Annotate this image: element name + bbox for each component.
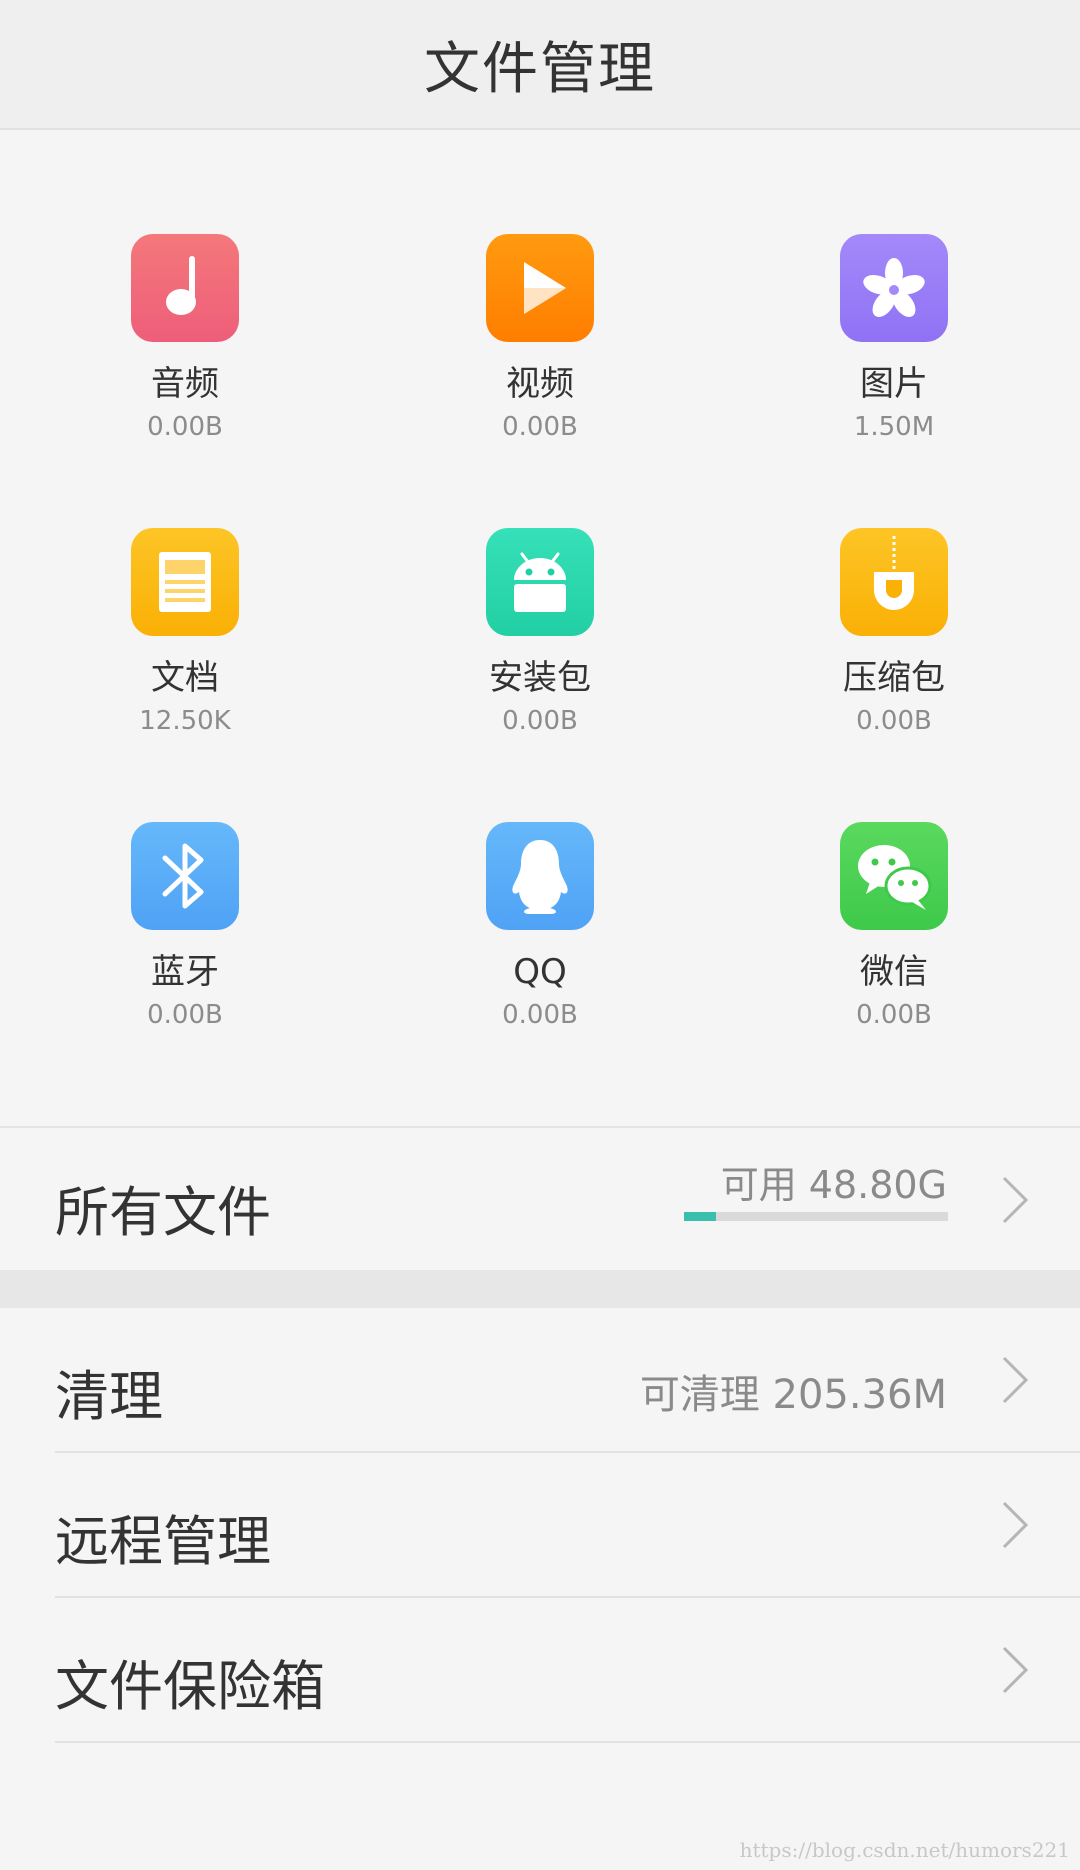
storage-progress-fill: [684, 1212, 716, 1221]
category-size: 0.00B: [147, 1000, 223, 1030]
header-bar: 文件管理: [0, 0, 1080, 130]
clean-title: 清理: [55, 1365, 163, 1428]
chevron-right-icon: [996, 1495, 1036, 1555]
section-divider: [0, 1270, 1080, 1308]
category-label: 音频: [151, 364, 219, 404]
category-size: 0.00B: [147, 412, 223, 442]
clean-row[interactable]: 清理 可清理 205.36M: [0, 1308, 1080, 1453]
zip-icon: [840, 528, 948, 636]
available-space: 可用 48.80G: [720, 1163, 947, 1207]
category-archives[interactable]: 压缩包 0.00B: [714, 528, 1074, 822]
category-label: 压缩包: [843, 658, 945, 698]
category-size: 0.00B: [502, 706, 578, 736]
android-icon: [486, 528, 594, 636]
flower-icon: [840, 234, 948, 342]
category-label: 文档: [151, 658, 219, 698]
category-qq[interactable]: QQ 0.00B: [360, 822, 720, 1116]
wechat-icon: [840, 822, 948, 930]
category-size: 0.00B: [856, 1000, 932, 1030]
music-note-icon: [131, 234, 239, 342]
chevron-right-icon: [996, 1350, 1036, 1410]
category-wechat[interactable]: 微信 0.00B: [714, 822, 1074, 1116]
page-title: 文件管理: [424, 36, 656, 102]
category-label: 图片: [860, 364, 928, 404]
all-files-row[interactable]: 所有文件 可用 48.80G: [0, 1126, 1080, 1270]
remote-management-row[interactable]: 远程管理: [0, 1453, 1080, 1598]
category-label: 视频: [506, 364, 574, 404]
category-documents[interactable]: 文档 12.50K: [5, 528, 365, 822]
category-label: 蓝牙: [151, 952, 219, 992]
file-safe-title: 文件保险箱: [55, 1655, 325, 1718]
category-size: 0.00B: [856, 706, 932, 736]
category-label: 微信: [860, 952, 928, 992]
remote-management-title: 远程管理: [55, 1510, 271, 1573]
all-files-title: 所有文件: [55, 1181, 271, 1244]
category-label: QQ: [513, 952, 567, 992]
file-safe-row[interactable]: 文件保险箱: [0, 1598, 1080, 1743]
chevron-right-icon: [996, 1640, 1036, 1700]
category-label: 安装包: [489, 658, 591, 698]
row-divider: [55, 1741, 1080, 1743]
storage-progress-bar: [684, 1212, 948, 1221]
file-manager-page: 文件管理 音频 0.00B 视频 0.00B 图片 1.50M 文档 12.50…: [0, 0, 1080, 1870]
category-images[interactable]: 图片 1.50M: [714, 234, 1074, 528]
category-size: 1.50M: [853, 412, 935, 442]
chevron-right-icon: [996, 1170, 1036, 1230]
cleanable-size: 可清理 205.36M: [639, 1372, 947, 1418]
category-bluetooth[interactable]: 蓝牙 0.00B: [5, 822, 365, 1116]
qq-penguin-icon: [486, 822, 594, 930]
category-apk[interactable]: 安装包 0.00B: [360, 528, 720, 822]
category-video[interactable]: 视频 0.00B: [360, 234, 720, 528]
play-icon: [486, 234, 594, 342]
watermark-text: https://blog.csdn.net/humors221: [739, 1838, 1070, 1862]
bluetooth-icon: [131, 822, 239, 930]
category-size: 12.50K: [139, 706, 231, 736]
category-audio[interactable]: 音频 0.00B: [5, 234, 365, 528]
category-size: 0.00B: [502, 412, 578, 442]
category-size: 0.00B: [502, 1000, 578, 1030]
category-grid: 音频 0.00B 视频 0.00B 图片 1.50M 文档 12.50K 安装包…: [0, 130, 1080, 1126]
document-icon: [131, 528, 239, 636]
